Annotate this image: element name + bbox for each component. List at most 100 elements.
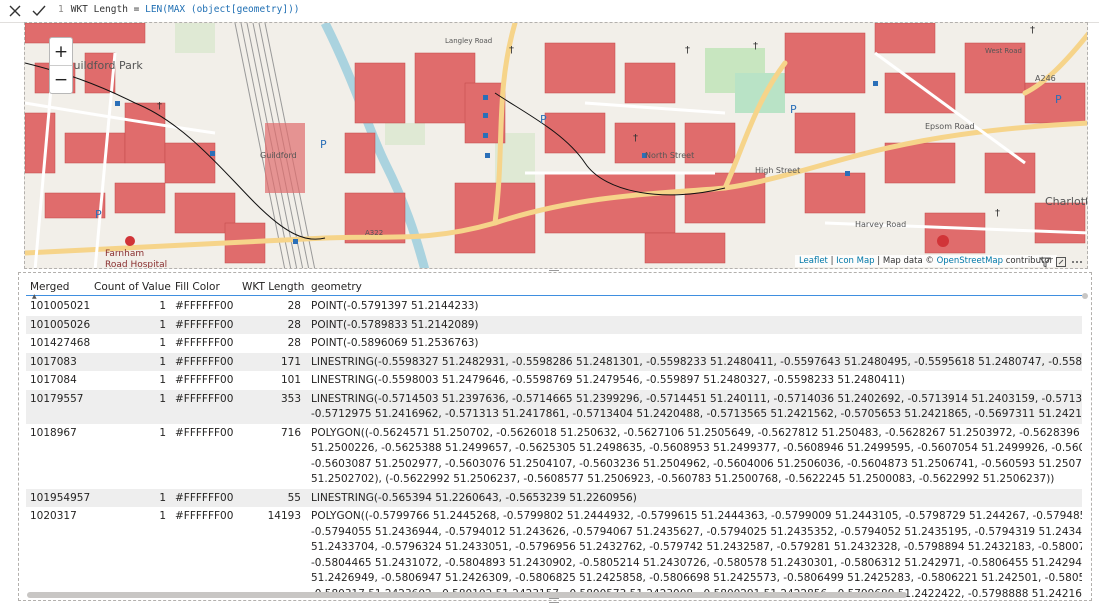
cell-merged: 101005026 <box>30 318 91 331</box>
table-row[interactable]: 101005026 1 #FFFFFF00 28 POINT(-0.5789833 51… <box>26 315 1082 334</box>
formula-measure-name: WKT Length = <box>70 4 146 15</box>
close-icon <box>9 5 21 17</box>
label-road-hospital: Road Hospital <box>105 260 167 269</box>
attribution-separator: | <box>827 256 837 266</box>
cell-wkt-length: 55 <box>287 491 301 504</box>
column-header-count-of-value[interactable]: Count of Value <box>94 281 171 293</box>
icon-map-link[interactable]: Icon Map <box>836 256 874 266</box>
horizontal-scrollbar[interactable] <box>27 592 907 598</box>
cell-fill-color: #FFFFFF00 <box>175 392 234 405</box>
cell-count-of-value: 1 <box>159 426 166 439</box>
parking-label: P <box>320 138 327 151</box>
label-high-street: High Street <box>755 166 800 175</box>
cell-count-of-value: 1 <box>159 318 166 331</box>
geometry-text-line: -0.5603087 51.2502977, -0.5603076 51.250… <box>311 457 1082 470</box>
table-row[interactable]: 101954957 1 #FFFFFF00 55 LINESTRING(-0.56539… <box>26 488 1082 507</box>
geometry-text-line: LINESTRING(-0.5598003 51.2479646, -0.559… <box>311 374 905 386</box>
church-icon: † <box>633 133 638 144</box>
attribution-text: | Map data © <box>874 256 937 266</box>
cell-fill-color: #FFFFFF00 <box>175 318 234 331</box>
label-charlotte: Charlotte <box>1045 195 1088 208</box>
formula-line-number: 1 <box>58 4 64 15</box>
geometry-text-line: -0.5804465 51.2431072, -0.5804893 51.243… <box>311 556 1082 569</box>
cell-merged: 10179557 <box>30 392 84 405</box>
label-north-street: North Street <box>645 151 694 160</box>
geometry-text-line: 51.2500226, -0.5625388 51.2499657, -0.56… <box>311 442 1082 454</box>
label-a322: A322 <box>365 229 383 237</box>
cell-geometry: LINESTRING(-0.5714503 51.2397636, -0.571… <box>311 392 1082 423</box>
geometry-text-line: POLYGON((-0.5799766 51.2445268, -0.57998… <box>311 510 1082 522</box>
label-harvey-road: Harvey Road <box>855 220 906 229</box>
filter-icon[interactable] <box>1039 256 1051 268</box>
cell-wkt-length: 14193 <box>267 510 301 522</box>
label-a246: A246 <box>1035 74 1056 83</box>
cell-count-of-value: 1 <box>159 337 166 349</box>
church-icon: † <box>1030 25 1035 36</box>
parking-label: P <box>1055 93 1062 106</box>
geometry-text-line: 51.2502702), (-0.5622992 51.2506237, -0.… <box>311 473 1055 485</box>
cell-merged: 101005021 <box>30 300 91 312</box>
table-row[interactable]: 101427468 1 #FFFFFF00 28 POINT(-0.5896069 51… <box>26 334 1082 353</box>
table-row[interactable]: 1017083 1 #FFFFFF00 171 LINESTRING(-0.559832… <box>26 352 1082 371</box>
geometry-text-line: POLYGON((-0.5624571 51.250702, -0.562601… <box>311 426 1082 439</box>
leaflet-link[interactable]: Leaflet <box>799 256 828 266</box>
cell-geometry: LINESTRING(-0.565394 51.2260643, -0.5653… <box>311 491 1082 507</box>
label-farnham: Farnham <box>105 249 144 259</box>
label-langley-road: Langley Road <box>445 37 492 45</box>
cell-wkt-length: 101 <box>280 374 301 386</box>
geometry-text-line: POINT(-0.5789833 51.2142089) <box>311 318 479 331</box>
osm-link[interactable]: OpenStreetMap <box>937 256 1003 266</box>
label-guildford-park: Guildford Park <box>65 59 143 72</box>
table-row[interactable]: 101005021 1 #FFFFFF00 28 POINT(-0.5791397 51… <box>26 297 1082 316</box>
cell-merged: 1017084 <box>30 374 77 386</box>
zoom-out-button[interactable]: − <box>50 66 72 93</box>
more-options-icon[interactable] <box>1071 256 1083 268</box>
column-header-geometry[interactable]: geometry <box>311 281 362 293</box>
parking-label: P <box>95 208 102 221</box>
church-icon: † <box>157 101 162 112</box>
cell-geometry: POLYGON((-0.5624571 51.250702, -0.562601… <box>311 426 1082 488</box>
label-epsom-road: Epsom Road <box>925 122 975 131</box>
label-west-road: West Road <box>985 47 1022 55</box>
cell-wkt-length: 353 <box>280 392 301 405</box>
column-header-wkt-length[interactable]: WKT Length <box>242 281 304 293</box>
cell-fill-color: #FFFFFF00 <box>175 374 234 386</box>
cell-count-of-value: 1 <box>159 355 166 368</box>
table-row[interactable]: 1018967 1 #FFFFFF00 716 POLYGON((-0.5624571 … <box>26 424 1082 489</box>
visual-header-tools <box>1039 256 1083 268</box>
column-header-merged[interactable]: Merged <box>30 281 69 293</box>
vertical-scrollbar[interactable] <box>1082 293 1088 299</box>
label-guildford: Guildford <box>260 151 297 160</box>
table-row[interactable]: 10179557 1 #FFFFFF00 353 LINESTRING(-0.57145… <box>26 389 1082 424</box>
map-visual[interactable]: Guildford Park Farnham Road Hospital Eps… <box>24 22 1088 269</box>
cell-fill-color: #FFFFFF00 <box>175 300 234 312</box>
cell-fill-color: #FFFFFF00 <box>175 355 234 368</box>
table-visual: Merged ▲ Count of Value Fill Color WKT L… <box>18 272 1092 601</box>
formula-input[interactable]: 1 WKT Length = LEN(MAX (object[geometry])… <box>58 4 300 15</box>
cell-merged: 1018967 <box>30 426 77 439</box>
cell-geometry: POLYGON((-0.5799766 51.2445268, -0.57998… <box>311 509 1082 600</box>
cell-count-of-value: 1 <box>159 392 166 405</box>
table-row[interactable]: 1020317 1 #FFFFFF00 14193 POLYGON((-0.579976… <box>26 507 1082 600</box>
geometry-text-line: LINESTRING(-0.565394 51.2260643, -0.5653… <box>311 491 637 504</box>
church-icon: † <box>509 45 514 56</box>
zoom-in-button[interactable]: + <box>50 38 72 65</box>
cancel-button[interactable] <box>4 0 26 22</box>
column-header-fill-color[interactable]: Fill Color <box>175 281 220 293</box>
cell-count-of-value: 1 <box>159 374 166 386</box>
table-row[interactable]: 1017084 1 #FFFFFF00 101 LINESTRING(-0.559800… <box>26 371 1082 390</box>
parking-label: P <box>540 113 547 126</box>
cell-merged: 101427468 <box>30 337 91 349</box>
check-icon <box>32 5 46 17</box>
map-attribution: Leaflet | Icon Map | Map data © OpenStre… <box>794 255 1057 267</box>
geometry-text-line: -0.5712975 51.2416962, -0.571313 51.2417… <box>311 408 1082 420</box>
cell-geometry: POINT(-0.5791397 51.2144233) <box>311 299 1082 315</box>
resize-handle-bottom[interactable] <box>549 598 559 603</box>
focus-mode-icon[interactable] <box>1055 256 1067 268</box>
geometry-text-line: POINT(-0.5791397 51.2144233) <box>311 300 479 312</box>
cell-geometry: POINT(-0.5896069 51.2536763) <box>311 336 1082 352</box>
map-canvas[interactable]: Guildford Park Farnham Road Hospital Eps… <box>25 23 1088 269</box>
church-icon: † <box>753 41 758 52</box>
commit-button[interactable] <box>28 0 50 22</box>
parking-label: P <box>790 103 797 116</box>
